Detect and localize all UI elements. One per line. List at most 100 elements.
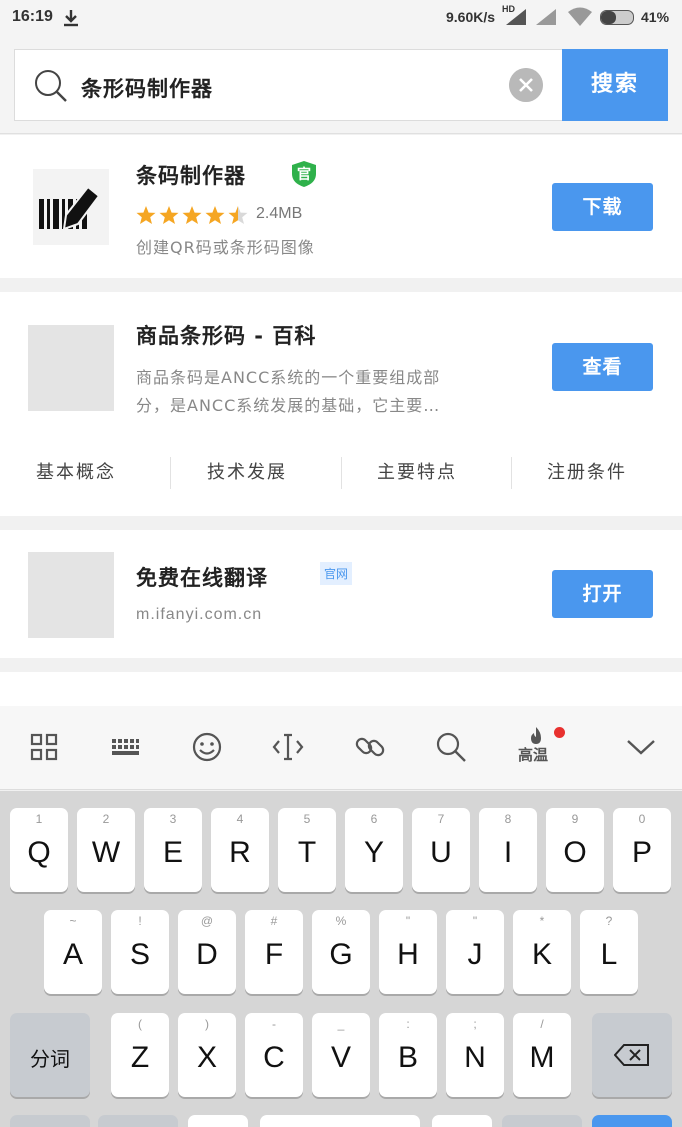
key-o[interactable]: 9O [546, 808, 604, 892]
site-result-card[interactable]: 免费在线翻译 官网 m.ifanyi.com.cn 打开 [0, 530, 682, 658]
key-s[interactable]: ! S [111, 910, 169, 994]
key-hint: 2 [102, 812, 110, 826]
key-hint: 4 [236, 812, 244, 826]
key-y[interactable]: 6Y [345, 808, 403, 892]
official-badge: 官 [291, 160, 317, 188]
keyboard-toolbar: 高温 [0, 706, 682, 790]
open-button[interactable]: 打开 [552, 570, 653, 618]
key-a[interactable]: ~ A [44, 910, 102, 994]
key-letter: L [600, 938, 618, 971]
link-basic-concept[interactable]: 基本概念 [36, 447, 116, 499]
space-key[interactable] [260, 1115, 420, 1127]
link-icon[interactable] [353, 730, 387, 764]
key-x[interactable]: ) X [178, 1013, 236, 1097]
key-hint: 7 [437, 812, 445, 826]
baike-thumbnail [28, 325, 114, 411]
keyboard-icon[interactable] [108, 730, 142, 764]
key-g[interactable]: % G [312, 910, 370, 994]
wifi-icon [568, 7, 592, 26]
period-key[interactable] [432, 1115, 492, 1127]
key-hint: ? [605, 914, 613, 928]
key-hint: @ [200, 914, 214, 928]
fenci-key[interactable]: 分词 [10, 1013, 90, 1097]
key-m[interactable]: / M [513, 1013, 571, 1097]
key-letter: J [467, 938, 483, 971]
key-hint: * [539, 914, 545, 928]
key-c[interactable]: -C [245, 1013, 303, 1097]
key-letter: K [531, 938, 552, 971]
divider [341, 457, 342, 489]
key-letter: P [631, 836, 652, 869]
key-t[interactable]: 5T [278, 808, 336, 892]
key-w[interactable]: 2W [77, 808, 135, 892]
clear-icon[interactable] [509, 68, 543, 102]
link-registration[interactable]: 注册条件 [547, 447, 627, 499]
keyboard: 1Q2W3E4R5T6Y7U8I9O0P ~ A! S @ D # F% G " H " J * K? L … [0, 791, 682, 1127]
key-hint: _ [337, 1017, 345, 1031]
grid-icon[interactable] [27, 730, 61, 764]
key-l[interactable]: ? L [580, 910, 638, 994]
key-hint: / [540, 1017, 544, 1031]
download-button[interactable]: 下载 [552, 183, 653, 231]
search-button[interactable]: 搜索 [562, 49, 668, 121]
key-p[interactable]: 0P [613, 808, 671, 892]
view-button[interactable]: 查看 [552, 343, 653, 391]
key-d[interactable]: @ D [178, 910, 236, 994]
signal-icon [506, 9, 526, 25]
backspace-key[interactable] [592, 1013, 672, 1097]
key-letter: Y [363, 836, 384, 869]
search-input[interactable]: 条形码制作器 [14, 49, 562, 121]
key-h[interactable]: " H [379, 910, 437, 994]
link-main-features[interactable]: 主要特点 [377, 447, 457, 499]
app-result-card[interactable]: 条码制作器 官 2.4MB 创建QR码或条形码图像 下载 [0, 135, 682, 278]
key-e[interactable]: 3E [144, 808, 202, 892]
chevron-down-icon[interactable] [624, 730, 658, 764]
key-letter: V [330, 1041, 351, 1074]
key-f[interactable]: # F [245, 910, 303, 994]
search-icon[interactable] [434, 730, 468, 764]
comma-key[interactable] [188, 1115, 248, 1127]
cursor-icon[interactable] [271, 730, 305, 764]
key-r[interactable]: 4R [211, 808, 269, 892]
status-bar: 16:19 9.60K/s HD 41% [0, 0, 682, 36]
battery-percent: 41% [641, 9, 670, 25]
key-z[interactable]: (Z [111, 1013, 169, 1097]
key-i[interactable]: 8I [479, 808, 537, 892]
baike-quick-links: 基本概念 技术发展 主要特点 注册条件 [0, 447, 682, 499]
key-k[interactable]: * K [513, 910, 571, 994]
hot-label[interactable]: 高温 [518, 744, 548, 765]
next-result-card[interactable] [0, 672, 682, 706]
site-url: m.ifanyi.com.cn [136, 606, 263, 623]
key-hint: ~ [69, 914, 77, 928]
notification-dot [554, 727, 565, 738]
signal-icon [536, 9, 556, 25]
key-letter: A [62, 938, 83, 971]
key-letter: G [329, 938, 353, 971]
language-key[interactable] [502, 1115, 582, 1127]
baike-snippet-line1: 商品条码是ANCC系统的一个重要组成部 [136, 368, 441, 387]
official-badge-label: 官 [297, 167, 311, 183]
status-time: 16:19 [12, 8, 53, 25]
emoji-icon[interactable] [190, 730, 224, 764]
search-query: 条形码制作器 [81, 77, 213, 101]
symbol-key[interactable] [10, 1115, 90, 1127]
key-b[interactable]: :B [379, 1013, 437, 1097]
numbers-key[interactable] [98, 1115, 178, 1127]
key-v[interactable]: _ V [312, 1013, 370, 1097]
key-letter: H [397, 938, 419, 971]
link-tech-development[interactable]: 技术发展 [207, 447, 287, 499]
key-letter: Q [27, 836, 51, 869]
key-hint: " [405, 914, 411, 928]
key-letter: S [129, 938, 150, 971]
key-q[interactable]: 1Q [10, 808, 68, 892]
key-j[interactable]: " J [446, 910, 504, 994]
key-hint: 8 [504, 812, 512, 826]
site-thumbnail [28, 552, 114, 638]
key-letter: X [196, 1041, 217, 1074]
enter-key[interactable] [592, 1115, 672, 1127]
key-n[interactable]: ; N [446, 1013, 504, 1097]
key-hint: ) [205, 1017, 209, 1031]
search-icon [35, 70, 67, 102]
fire-icon[interactable] [527, 726, 545, 746]
key-u[interactable]: 7U [412, 808, 470, 892]
